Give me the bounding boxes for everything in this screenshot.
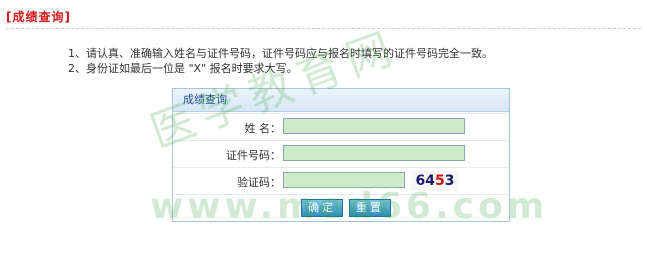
captcha-digit: 4 bbox=[425, 173, 435, 189]
captcha-digit: 3 bbox=[444, 173, 455, 189]
captcha-digit: 5 bbox=[435, 173, 445, 189]
captcha-input[interactable] bbox=[283, 172, 405, 188]
reset-button[interactable]: 重置 bbox=[349, 199, 391, 217]
captcha-label: 验证码： bbox=[237, 176, 281, 189]
id-number-input[interactable] bbox=[283, 145, 465, 161]
title-divider bbox=[6, 28, 641, 29]
button-row: 确定 重置 bbox=[173, 194, 509, 221]
name-row: 姓 名： bbox=[173, 113, 509, 140]
submit-button[interactable]: 确定 bbox=[301, 199, 343, 217]
instruction-line-2: 2、身份证如最后一位是 "X" 报名时要求大写。 bbox=[68, 62, 298, 75]
name-input[interactable] bbox=[283, 118, 465, 134]
page-title: [成绩查询] bbox=[6, 10, 71, 24]
id-row: 证件号码： bbox=[173, 140, 509, 167]
instructions: 1、请认真、准确输入姓名与证件号码，证件号码应与报名时填写的证件号码完全一致。 … bbox=[68, 46, 493, 76]
id-label: 证件号码： bbox=[226, 149, 281, 162]
instruction-line-1: 1、请认真、准确输入姓名与证件号码，证件号码应与报名时填写的证件号码完全一致。 bbox=[68, 47, 493, 60]
panel-header: 成绩查询 bbox=[173, 89, 509, 112]
captcha-digit: 6 bbox=[415, 173, 426, 189]
captcha-image[interactable]: 6453 bbox=[411, 171, 459, 191]
query-panel: 成绩查询 姓 名： 证件号码： 验证码： 6453 确定 重置 bbox=[172, 88, 510, 222]
captcha-row: 验证码： 6453 bbox=[173, 167, 509, 194]
name-label: 姓 名： bbox=[244, 122, 282, 135]
